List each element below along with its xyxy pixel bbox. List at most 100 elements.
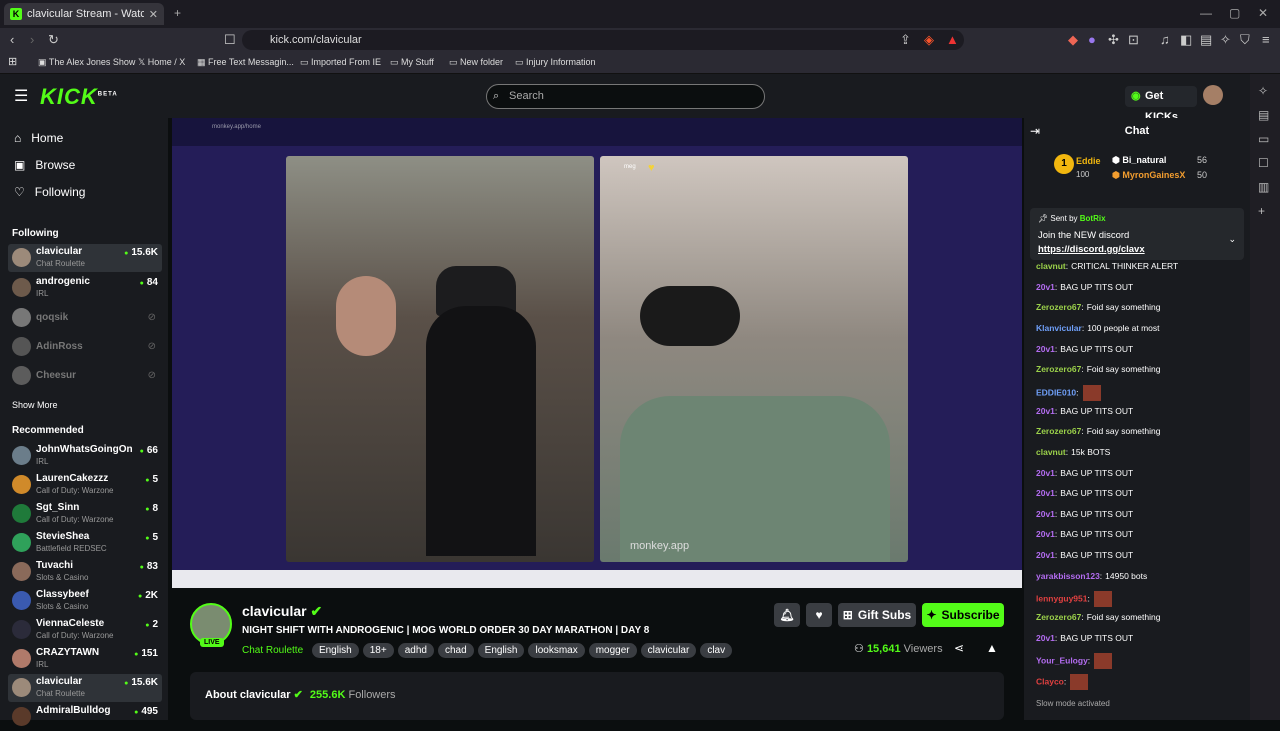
vpn-icon[interactable]: ⛉ — [1240, 32, 1250, 48]
extensions-icon[interactable]: ✣ — [1108, 32, 1119, 48]
chat-username[interactable]: 20v1 — [1036, 344, 1055, 354]
pinned-message[interactable]: 📌︎ Sent by BotRix Join the NEW discord h… — [1030, 208, 1244, 260]
share-icon[interactable]: ⋖ — [954, 641, 964, 655]
chat-username[interactable]: Zerozero67 — [1036, 364, 1081, 374]
hamburger-menu-icon[interactable]: ☰ — [14, 86, 28, 106]
follow-button[interactable]: ♥ — [806, 603, 832, 627]
chat-username[interactable]: 20v1 — [1036, 282, 1055, 292]
user-avatar[interactable] — [1203, 85, 1223, 105]
extension-fox-icon[interactable]: ◆ — [1068, 32, 1078, 48]
bookmark-free-text[interactable]: ▦ Free Text Messagin... — [197, 57, 294, 68]
tag[interactable]: clavicular — [640, 643, 697, 658]
bookmark-folder-imported[interactable]: ▭ Imported From IE — [300, 57, 381, 68]
wallet-icon[interactable]: ▤ — [1258, 108, 1269, 122]
add-panel-icon[interactable]: + — [1258, 204, 1265, 218]
chat-username[interactable]: 20v1 — [1036, 550, 1055, 560]
media-icon[interactable]: ♫ — [1160, 32, 1170, 47]
browser-tab[interactable]: K clavicular Stream - Watch Liv ✕ — [4, 3, 164, 25]
following-channel-cheesur[interactable]: Cheesur ⊘ — [8, 362, 162, 390]
history-icon[interactable]: ▥ — [1258, 180, 1269, 194]
chat-username[interactable]: EDDIE010 — [1036, 387, 1076, 397]
sidebar-home[interactable]: ⌂ Home — [14, 131, 63, 145]
maximize-icon[interactable]: ▢ — [1229, 6, 1240, 20]
following-channel-qoqsik[interactable]: qoqsik ⊘ — [8, 304, 162, 332]
chat-username[interactable]: Zerozero67 — [1036, 426, 1081, 436]
reload-icon[interactable]: ↻ — [48, 32, 59, 48]
following-channel-clavicular[interactable]: clavicular Chat Roulette 15.6K — [8, 244, 162, 272]
bookmark-folder-new[interactable]: ▭ New folder — [449, 57, 503, 68]
recommended-channel[interactable]: JohnWhatsGoingOn IRL 66 — [8, 442, 162, 470]
back-icon[interactable]: ‹ — [10, 32, 14, 47]
screenshot-icon[interactable]: ⊡ — [1128, 32, 1139, 48]
bookmarks-panel-icon[interactable]: ☐ — [1258, 156, 1269, 170]
tag[interactable]: clav — [700, 643, 733, 658]
subscribe-button[interactable]: ✦ Subscribe — [922, 603, 1004, 627]
leo-icon[interactable]: ✧ — [1220, 32, 1231, 48]
chat-username[interactable]: yarakbisson123 — [1036, 571, 1100, 581]
url-field[interactable]: kick.com/clavicular — [242, 30, 964, 50]
recommended-channel[interactable]: clavicular Chat Roulette 15.6K — [8, 674, 162, 702]
search-input[interactable]: ⌕ Search — [486, 84, 765, 109]
chat-username[interactable]: 20v1 — [1036, 468, 1055, 478]
recommended-channel[interactable]: AdmiralBulldog 495 — [8, 703, 162, 731]
tag[interactable]: chad — [437, 643, 474, 658]
brave-shield-icon[interactable]: ◈ — [924, 32, 934, 48]
share-icon[interactable]: ⇪ — [900, 32, 911, 48]
kick-logo[interactable]: KICKBETA — [40, 84, 118, 110]
gift-subs-button[interactable]: ⊞ Gift Subs — [838, 603, 916, 627]
bookmark-icon[interactable]: ☐ — [224, 32, 236, 48]
menu-icon[interactable]: ≡ — [1262, 32, 1270, 47]
recommended-channel[interactable]: StevieShea Battlefield REDSEC 5 — [8, 529, 162, 557]
chat-username[interactable]: Zerozero67 — [1036, 612, 1081, 622]
recommended-channel[interactable]: Tuvachi Slots & Casino 83 — [8, 558, 162, 586]
chat-username[interactable]: Clayco — [1036, 676, 1064, 686]
chat-username[interactable]: 20v1 — [1036, 406, 1055, 416]
chat-username[interactable]: 20v1 — [1036, 488, 1055, 498]
bookmark-home-x[interactable]: 𝕏 Home / X — [138, 57, 185, 68]
recommended-channel[interactable]: Sgt_Sinn Call of Duty: Warzone 8 — [8, 500, 162, 528]
new-tab-icon[interactable]: + — [174, 6, 181, 20]
wallet-icon[interactable]: ▤ — [1200, 32, 1212, 48]
tag[interactable]: 18+ — [362, 643, 394, 658]
chat-username[interactable]: clavnut — [1036, 447, 1066, 457]
following-channel-androgenic[interactable]: androgenic IRL 84 — [8, 274, 162, 302]
tag[interactable]: English — [477, 643, 525, 658]
chat-username[interactable]: Your_Eulogy — [1036, 656, 1088, 666]
channel-name[interactable]: clavicular ✔ — [242, 603, 322, 620]
tag[interactable]: looksmax — [528, 643, 585, 658]
recommended-channel[interactable]: CRAZYTAWN IRL 151 — [8, 645, 162, 673]
reading-list-icon[interactable]: ▭ — [1258, 132, 1269, 146]
get-kicks-button[interactable]: ◉ Get KICKs — [1125, 86, 1197, 123]
report-icon[interactable]: ▲ — [986, 641, 998, 655]
chat-username[interactable]: Klanvicular — [1036, 323, 1082, 333]
pinned-link[interactable]: https://discord.gg/clavx — [1038, 244, 1145, 255]
recommended-channel[interactable]: LaurenCakezzz Call of Duty: Warzone 5 — [8, 471, 162, 499]
extension-icon[interactable]: ● — [1088, 32, 1096, 47]
sidebar-browse[interactable]: ▣ Browse — [14, 158, 75, 172]
tag[interactable]: adhd — [397, 643, 434, 658]
chat-username[interactable]: 20v1 — [1036, 529, 1055, 539]
bookmark-folder-my-stuff[interactable]: ▭ My Stuff — [390, 57, 434, 68]
tag[interactable]: English — [311, 643, 359, 658]
bookmark-alex-jones[interactable]: ▣ The Alex Jones Show — [38, 57, 135, 68]
chevron-down-icon[interactable]: ⌄ — [1228, 234, 1236, 245]
sidebar-toggle-icon[interactable]: ◧ — [1180, 32, 1192, 48]
leo-ai-icon[interactable]: ✧ — [1258, 84, 1268, 98]
minimize-icon[interactable]: — — [1200, 6, 1212, 20]
sidebar-following[interactable]: ♡ Following — [14, 185, 85, 199]
tag[interactable]: mogger — [588, 643, 637, 658]
chat-username[interactable]: clavnut — [1036, 261, 1066, 271]
chat-username[interactable]: Zerozero67 — [1036, 302, 1081, 312]
recommended-channel[interactable]: ViennaCeleste Call of Duty: Warzone 2 — [8, 616, 162, 644]
bookmark-folder-injury[interactable]: ▭ Injury Information — [515, 57, 596, 68]
following-channel-adinross[interactable]: AdinRoss ⊘ — [8, 333, 162, 361]
category-link[interactable]: Chat Roulette — [242, 645, 303, 656]
brave-rewards-icon[interactable]: ▲ — [946, 32, 959, 47]
close-window-icon[interactable]: ✕ — [1258, 6, 1268, 20]
close-tab-icon[interactable]: ✕ — [149, 8, 158, 21]
chat-username[interactable]: 20v1 — [1036, 633, 1055, 643]
notification-bell-button[interactable]: 🔔︎ — [774, 603, 800, 627]
show-more-link[interactable]: Show More — [12, 400, 58, 410]
forward-icon[interactable]: › — [30, 32, 34, 47]
apps-grid-icon[interactable]: ⊞ — [8, 55, 17, 68]
